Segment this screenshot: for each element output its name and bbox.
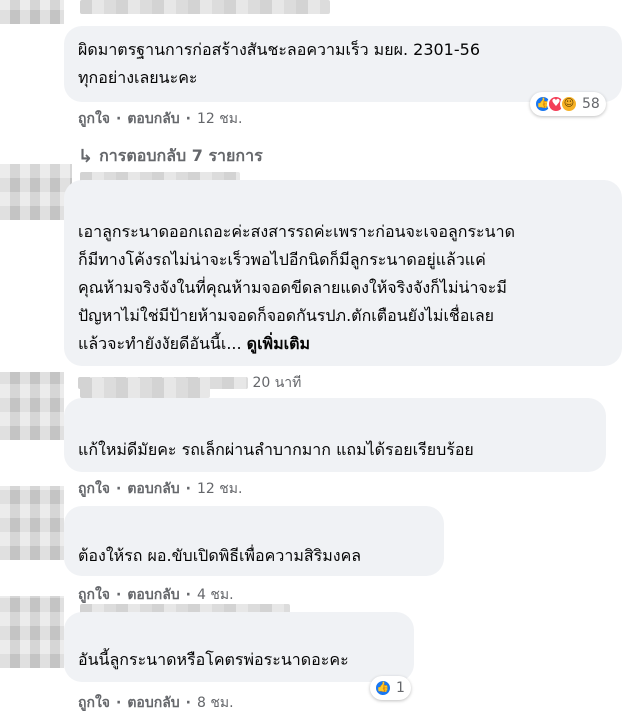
comment-text-line: คุณห้ามจริงจังในที่คุณห้ามจอดขีดลายแดงให… <box>78 278 507 297</box>
comment-text-line: แก้ใหม่ดีมัยคะ รถเล็กผ่านลำบากมาก แถมได้… <box>78 440 474 459</box>
comment-text-line: แล้วจะทำยังงัยดีอันนี้เ... <box>78 334 242 353</box>
comment-bubble: อันนี้ลูกระนาดหรือโคตรพ่อระนาดอะคะ <box>64 612 414 682</box>
reaction-count: 1 <box>396 680 405 696</box>
reaction-count: 58 <box>582 96 600 112</box>
comment-text-line: ทุกอย่างเลยนะคะ <box>78 68 198 87</box>
separator-dot: · <box>116 481 122 497</box>
reply-button[interactable]: ตอบกลับ <box>127 481 179 497</box>
like-icon: 👍 <box>374 679 392 697</box>
comment-timestamp[interactable]: 12 ชม. <box>197 481 242 497</box>
avatar[interactable] <box>0 0 64 24</box>
comment-actions: ถูกใจ · ตอบกลับ · 4 ชม. <box>78 584 234 606</box>
separator-dot: · <box>185 111 191 127</box>
comment-bubble: แก้ใหม่ดีมัยคะ รถเล็กผ่านลำบากมาก แถมได้… <box>64 398 606 472</box>
comment-text-line: ปัญหาไม่ใช่มีป้ายห้ามจอดก็จอดกันรปภ.ตักเ… <box>78 306 495 325</box>
separator-dot: · <box>116 111 122 127</box>
reply-button[interactable]: ตอบกลับ <box>127 587 179 603</box>
like-button[interactable]: ถูกใจ <box>78 695 110 711</box>
separator-dot: · <box>116 587 122 603</box>
reply-button[interactable]: ตอบกลับ <box>127 111 179 127</box>
avatar[interactable] <box>0 372 64 440</box>
like-button[interactable]: ถูกใจ <box>78 481 110 497</box>
reaction-summary[interactable]: 👍 1 <box>370 676 411 700</box>
comment-bubble: เอาลูกระนาดออกเถอะค่ะสงสารรถค่ะเพราะก่อน… <box>64 180 622 366</box>
comment-timestamp[interactable]: 20 นาที <box>252 375 301 391</box>
avatar[interactable] <box>0 486 64 560</box>
like-button[interactable]: ถูกใจ <box>78 111 110 127</box>
comment-bubble: ผิดมาตรฐานการก่อสร้างสันชะลอความเร็ว มยผ… <box>64 26 622 102</box>
view-replies-label: การตอบกลับ 7 รายการ <box>99 146 263 165</box>
commenter-name-blurred[interactable] <box>80 378 210 398</box>
comment-timestamp[interactable]: 12 ชม. <box>197 111 242 127</box>
separator-dot: · <box>185 587 191 603</box>
comment-text-line: ผิดมาตรฐานการก่อสร้างสันชะลอความเร็ว มยผ… <box>78 40 480 59</box>
comment-text-line: ต้องให้รถ ผอ.ขับเปิดพิธีเพื่อความสิริมงค… <box>78 546 362 565</box>
comment-bubble: ต้องให้รถ ผอ.ขับเปิดพิธีเพื่อความสิริมงค… <box>64 506 444 576</box>
comment-text-line: อันนี้ลูกระนาดหรือโคตรพ่อระนาดอะคะ <box>78 650 349 669</box>
comment-text-line: เอาลูกระนาดออกเถอะค่ะสงสารรถค่ะเพราะก่อน… <box>78 222 515 241</box>
reply-button[interactable]: ตอบกลับ <box>127 695 179 711</box>
comment-timestamp[interactable]: 4 ชม. <box>197 587 234 603</box>
view-replies-link[interactable]: ↳ การตอบกลับ 7 รายการ <box>78 144 263 169</box>
comment-text-line: ก็มีทางโค้งรถไม่น่าจะเร็วพอไปอีกนิดก็มีล… <box>78 250 486 269</box>
comment-actions: ถูกใจ · ตอบกลับ · 12 ชม. <box>78 478 242 500</box>
reply-arrow-icon: ↳ <box>78 146 94 167</box>
avatar[interactable] <box>0 164 72 220</box>
see-more-link[interactable]: ดูเพิ่มเติม <box>247 334 310 353</box>
comment-timestamp[interactable]: 8 ชม. <box>197 695 234 711</box>
separator-dot: · <box>185 695 191 711</box>
comment-actions: ถูกใจ · ตอบกลับ · 12 ชม. <box>78 108 242 130</box>
like-button[interactable]: ถูกใจ <box>78 587 110 603</box>
separator-dot: · <box>116 695 122 711</box>
avatar[interactable] <box>0 596 64 668</box>
reaction-summary[interactable]: 👍 ♥ ☺ 58 <box>530 92 606 116</box>
haha-icon: ☺ <box>560 95 578 113</box>
comment-actions: ถูกใจ · ตอบกลับ · 8 ชม. <box>78 692 234 714</box>
commenter-name-blurred[interactable] <box>80 0 330 14</box>
separator-dot: · <box>185 481 191 497</box>
